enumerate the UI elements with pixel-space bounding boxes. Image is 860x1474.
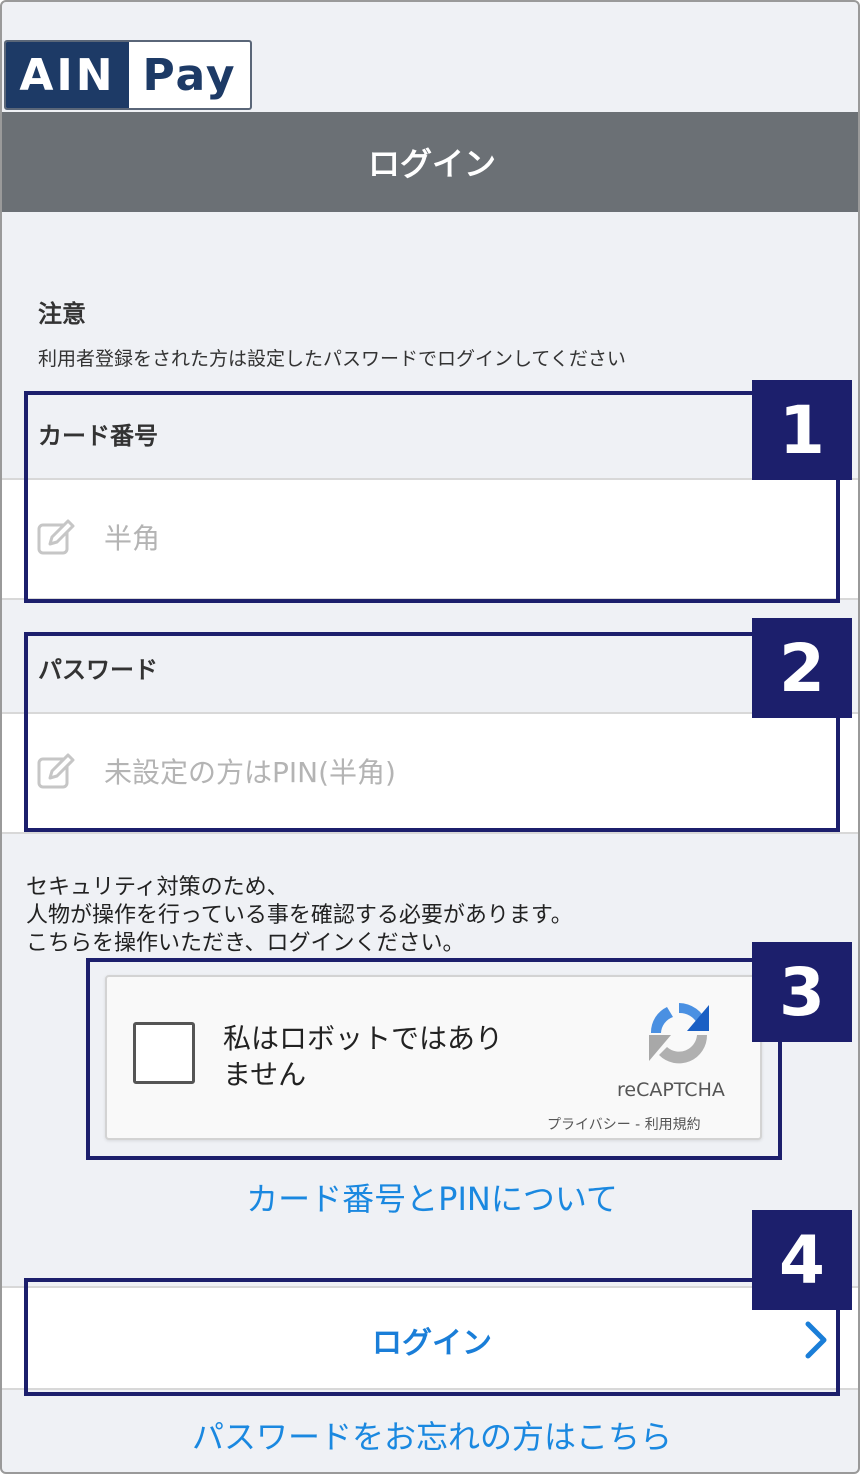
security-line-3: こちらを操作いただき、ログインください。 xyxy=(26,931,465,956)
security-notice: セキュリティ対策のため、 人物が操作を行っている事を確認する必要があります。 こ… xyxy=(26,874,573,958)
forgot-password-link[interactable]: パスワードをお忘れの方はこちら xyxy=(2,1412,858,1458)
card-pin-info-link[interactable]: カード番号とPINについて xyxy=(2,1174,858,1220)
card-number-row xyxy=(2,478,858,600)
recaptcha-links: プライバシー - 利用規約 xyxy=(547,1114,701,1134)
recaptcha-label-line-2: ません xyxy=(223,1058,307,1091)
page-title-bar: ログイン xyxy=(2,112,858,212)
card-number-input[interactable] xyxy=(104,510,724,566)
recaptcha-label: 私はロボットではあり ません xyxy=(223,1021,553,1093)
edit-pencil-icon xyxy=(37,519,75,555)
notice-text: 利用者登録をされた方は設定したパスワードでログインしてください xyxy=(38,348,626,370)
logo-pay-text: Pay xyxy=(142,49,237,101)
annotation-number-2: 2 xyxy=(752,618,852,718)
annotation-number-4: 4 xyxy=(752,1210,852,1310)
link-separator: - xyxy=(630,1117,645,1133)
password-label: パスワード xyxy=(38,656,158,684)
login-button-label: ログイン xyxy=(372,1326,492,1361)
privacy-link[interactable]: プライバシー xyxy=(547,1117,631,1133)
ain-pay-logo: AIN Pay xyxy=(4,40,252,110)
password-row xyxy=(2,712,858,834)
chevron-right-icon xyxy=(805,1321,827,1359)
password-input[interactable] xyxy=(104,744,724,800)
security-line-1: セキュリティ対策のため、 xyxy=(26,875,289,900)
logo-ain-text: AIN xyxy=(6,42,129,108)
recaptcha-logo-icon xyxy=(649,1003,709,1064)
card-number-label: カード番号 xyxy=(38,422,158,450)
annotation-number-1: 1 xyxy=(752,380,852,480)
recaptcha-widget: 私はロボットではあり ません reCAPTCHA プライバシー - 利用規約 xyxy=(105,975,762,1140)
login-button[interactable]: ログイン xyxy=(2,1286,858,1390)
annotation-number-3: 3 xyxy=(752,942,852,1042)
notice-title: 注意 xyxy=(38,300,86,328)
phone-frame: AIN Pay ログイン 注意 利用者登録をされた方は設定したパスワードでログイ… xyxy=(0,0,860,1474)
page-title: ログイン xyxy=(367,145,496,183)
terms-link[interactable]: 利用規約 xyxy=(645,1117,701,1133)
security-line-2: 人物が操作を行っている事を確認する必要があります。 xyxy=(26,903,573,928)
recaptcha-label-line-1: 私はロボットではあり xyxy=(223,1022,504,1055)
recaptcha-brand: reCAPTCHA xyxy=(617,1079,725,1101)
recaptcha-checkbox[interactable] xyxy=(133,1022,195,1084)
edit-pencil-icon xyxy=(37,753,75,789)
